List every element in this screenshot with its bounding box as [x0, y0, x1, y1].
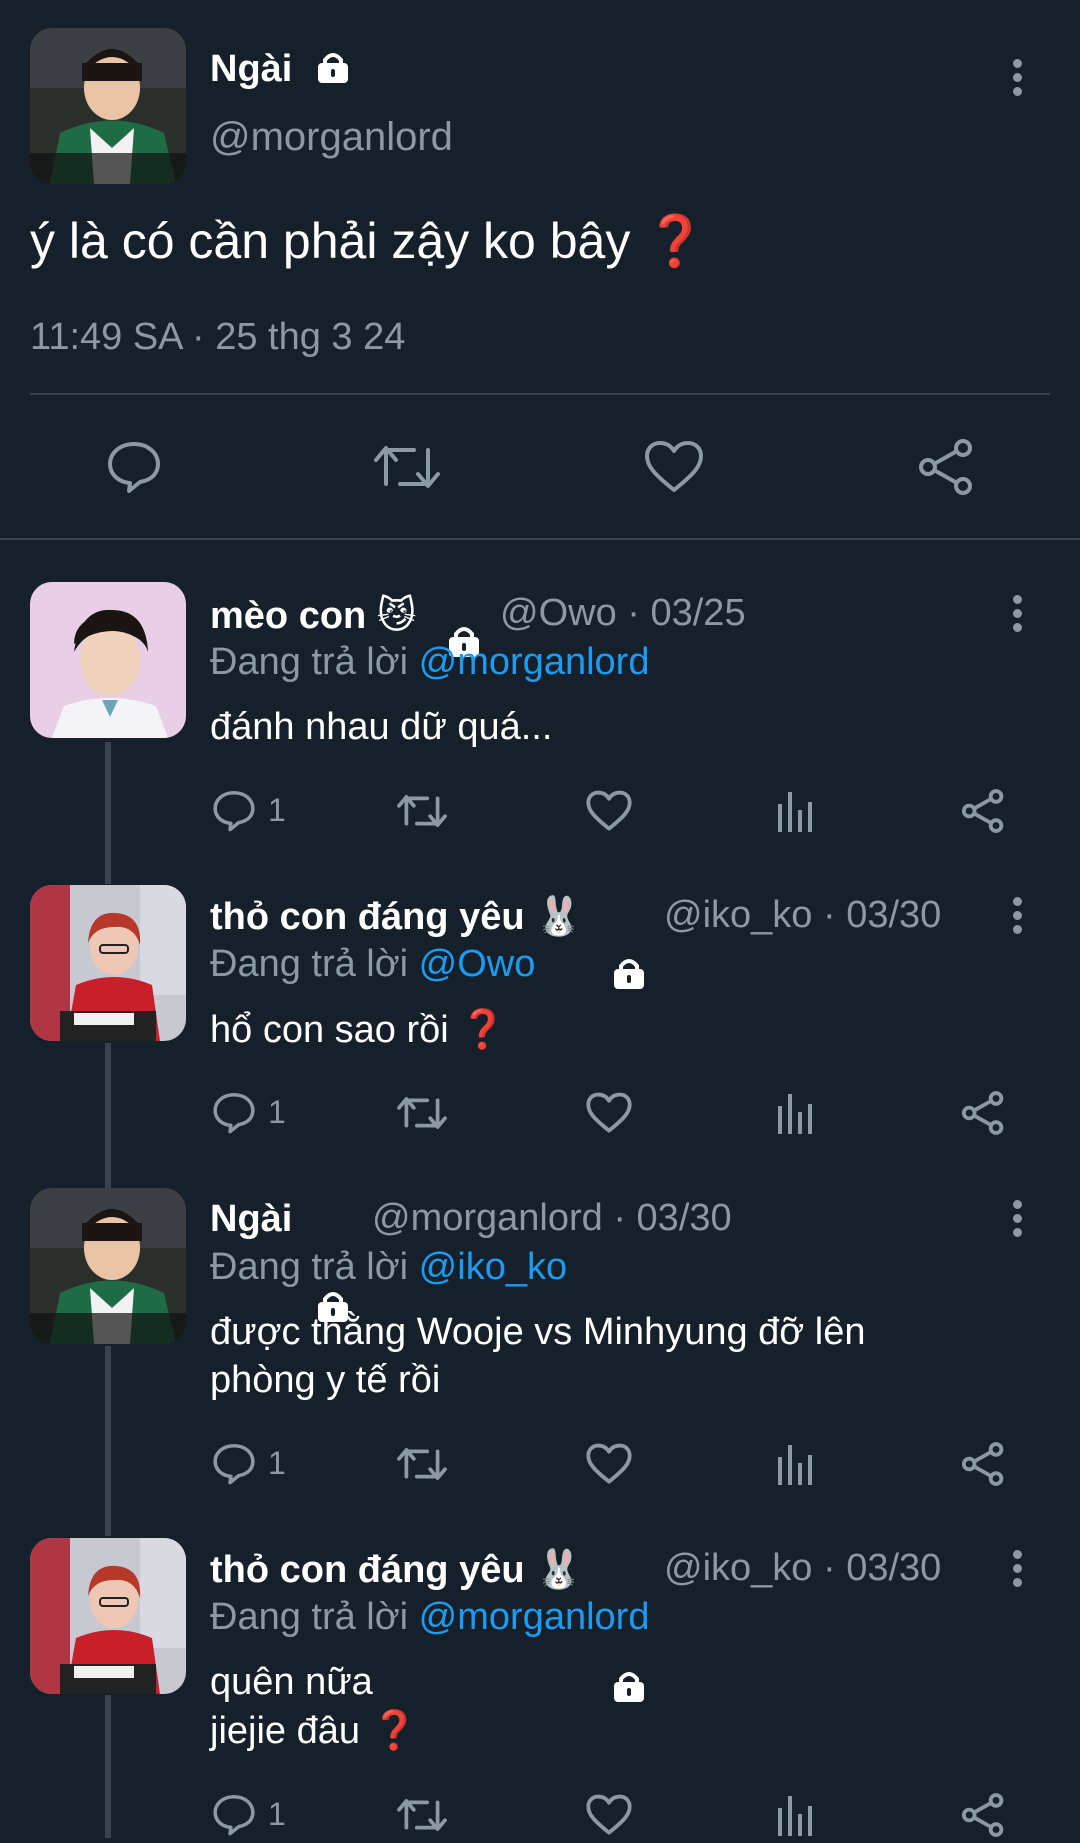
- replying-label: Đang trả lời: [210, 641, 409, 683]
- views-icon[interactable]: [776, 1092, 816, 1139]
- replying-to-line: Đang trả lời @morganlord: [210, 641, 649, 684]
- tweet-text-line: jiejie đâu ❓: [210, 1710, 418, 1752]
- avatar[interactable]: [30, 582, 186, 738]
- more-icon[interactable]: [1007, 1545, 1027, 1605]
- timestamp: 11:49 SA · 25 thg 3 24: [30, 316, 406, 358]
- tweet-text-line: phòng y tế rồi: [210, 1359, 441, 1401]
- thread-line: [105, 1043, 111, 1188]
- like-icon[interactable]: [586, 1794, 632, 1841]
- tweet-text-line: được thằng Wooje vs Minhyung đỡ lên: [210, 1311, 866, 1353]
- replying-to-link[interactable]: @iko_ko: [419, 1246, 567, 1288]
- reply-action[interactable]: 1: [212, 1090, 286, 1134]
- display-name[interactable]: thỏ con đáng yêu 🐰: [210, 1548, 582, 1592]
- share-icon[interactable]: [960, 788, 1006, 839]
- divider: [30, 393, 1050, 395]
- replying-to-line: Đang trả lời @morganlord: [210, 1596, 649, 1639]
- reply-action[interactable]: 1: [212, 1441, 286, 1485]
- reply-count: 1: [268, 1795, 286, 1832]
- tweet-text-line: quên nữa: [210, 1661, 373, 1703]
- retweet-icon[interactable]: [372, 440, 442, 499]
- views-icon[interactable]: [776, 790, 816, 837]
- display-name[interactable]: mèo con 😼: [210, 593, 416, 638]
- replying-to-link[interactable]: @morganlord: [419, 641, 650, 683]
- reply-count: 1: [268, 1444, 286, 1481]
- reply-icon[interactable]: [212, 1792, 256, 1836]
- views-icon[interactable]: [776, 1443, 816, 1490]
- handle-date: @iko_ko · 03/30: [664, 894, 942, 936]
- like-icon[interactable]: [644, 440, 704, 499]
- thread-line: [105, 1346, 111, 1536]
- retweet-icon[interactable]: [396, 1794, 448, 1841]
- more-icon[interactable]: [1007, 54, 1027, 114]
- thread-line: [105, 1695, 111, 1838]
- handle[interactable]: @morganlord: [210, 115, 453, 160]
- reply-count: 1: [268, 791, 286, 828]
- tweet-text: ý là có cần phải zậy ko bây ❓: [30, 213, 707, 269]
- like-icon[interactable]: [586, 1092, 632, 1139]
- lock-icon: [612, 956, 646, 989]
- thread-line: [105, 742, 111, 884]
- avatar[interactable]: [30, 28, 186, 184]
- handle-date: @iko_ko · 03/30: [664, 1547, 942, 1589]
- reply-icon[interactable]: [212, 788, 256, 832]
- share-icon[interactable]: [916, 438, 976, 501]
- avatar[interactable]: [30, 1538, 186, 1694]
- replying-label: Đang trả lời: [210, 1246, 409, 1288]
- main-tweet: Ngài @morganlord ý là có cần phải zậy ko…: [0, 0, 1080, 540]
- reply-count: 1: [268, 1093, 286, 1130]
- handle-date: @Owo · 03/25: [500, 592, 746, 634]
- display-name[interactable]: Ngài: [210, 1198, 292, 1241]
- lock-icon: [316, 50, 350, 83]
- display-name[interactable]: Ngài: [210, 48, 292, 91]
- section-divider: [0, 538, 1080, 540]
- retweet-icon[interactable]: [396, 1092, 448, 1139]
- lock-icon: [612, 1669, 646, 1702]
- reply-action[interactable]: 1: [212, 788, 286, 832]
- handle-date: @morganlord · 03/30: [372, 1197, 732, 1239]
- replying-to-line: Đang trả lời @iko_ko: [210, 1246, 567, 1289]
- share-icon[interactable]: [960, 1441, 1006, 1492]
- replying-label: Đang trả lời: [210, 943, 409, 985]
- replying-to-line: Đang trả lời @Owo: [210, 943, 535, 986]
- reply-icon[interactable]: [212, 1441, 256, 1485]
- retweet-icon[interactable]: [396, 790, 448, 837]
- tweet-text: hổ con sao rồi ❓: [210, 1009, 507, 1051]
- avatar[interactable]: [30, 885, 186, 1041]
- retweet-icon[interactable]: [396, 1443, 448, 1490]
- more-icon[interactable]: [1007, 1195, 1027, 1255]
- reply-icon[interactable]: [106, 438, 162, 499]
- reply-action[interactable]: 1: [212, 1792, 286, 1836]
- tweet-text: đánh nhau dữ quá...: [210, 706, 553, 748]
- replying-to-link[interactable]: @Owo: [419, 943, 536, 985]
- share-icon[interactable]: [960, 1090, 1006, 1141]
- like-icon[interactable]: [586, 790, 632, 837]
- avatar[interactable]: [30, 1188, 186, 1344]
- views-icon[interactable]: [776, 1794, 816, 1841]
- share-icon[interactable]: [960, 1792, 1006, 1843]
- replying-label: Đang trả lời: [210, 1596, 409, 1638]
- more-icon[interactable]: [1007, 590, 1027, 650]
- like-icon[interactable]: [586, 1443, 632, 1490]
- replying-to-link[interactable]: @morganlord: [419, 1596, 650, 1638]
- reply-icon[interactable]: [212, 1090, 256, 1134]
- display-name[interactable]: thỏ con đáng yêu 🐰: [210, 895, 582, 939]
- more-icon[interactable]: [1007, 892, 1027, 952]
